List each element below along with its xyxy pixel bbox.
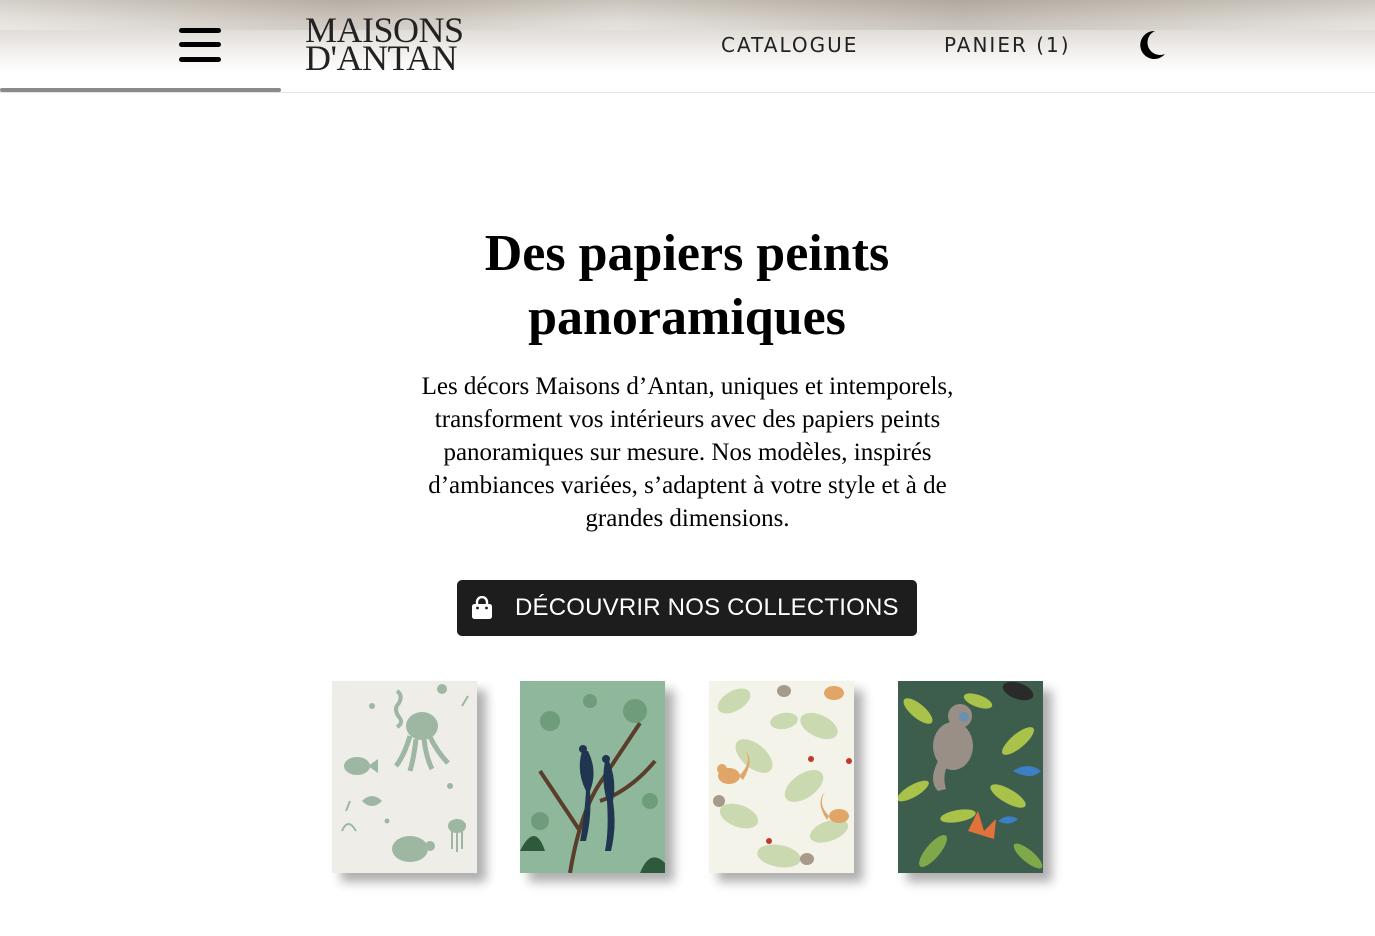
page: MAISONS D'ANTAN CATALOGUE PANIER (1) Des… [0,0,1375,936]
hero-description-line: transforment vos intérieurs avec des pap… [434,406,941,433]
hero-description-line: Les décors Maisons d’Antan, uniques et i… [421,373,954,400]
site-header: MAISONS D'ANTAN CATALOGUE PANIER (1) [0,0,1375,93]
hero-title-line-1: Des papiers peints [484,225,890,282]
moon-icon[interactable] [1138,30,1166,60]
nav-catalogue-link[interactable]: CATALOGUE [721,33,858,57]
hero-description-line: grandes dimensions. [585,505,790,532]
logo-line-2: D'ANTAN [305,38,458,78]
ocean-wallpaper-thumbnail[interactable] [332,681,477,873]
hero-description-line: panoramiques sur mesure. Nos modèles, in… [443,439,932,466]
hero-title: Des papiers peints panoramiques [387,222,987,350]
discover-collections-button[interactable]: DÉCOUVRIR NOS COLLECTIONS [457,580,917,636]
hamburger-menu-icon[interactable] [176,26,224,66]
scroll-progress-bar [0,88,281,92]
hero-description: Les décors Maisons d’Antan, uniques et i… [357,370,1018,535]
shopping-bag-icon [471,595,493,620]
site-logo[interactable]: MAISONS D'ANTAN [305,12,477,78]
hero-description-line: d’ambiances variées, s’adaptent à votre … [428,472,947,499]
peacock-wallpaper-thumbnail[interactable] [520,681,665,873]
nav-cart-link[interactable]: PANIER (1) [944,33,1071,57]
jungle-monkey-wallpaper-thumbnail[interactable] [898,681,1043,873]
discover-collections-label: DÉCOUVRIR NOS COLLECTIONS [515,594,899,621]
squirrel-wallpaper-thumbnail[interactable] [709,681,854,873]
hero-title-line-2: panoramiques [528,289,846,346]
